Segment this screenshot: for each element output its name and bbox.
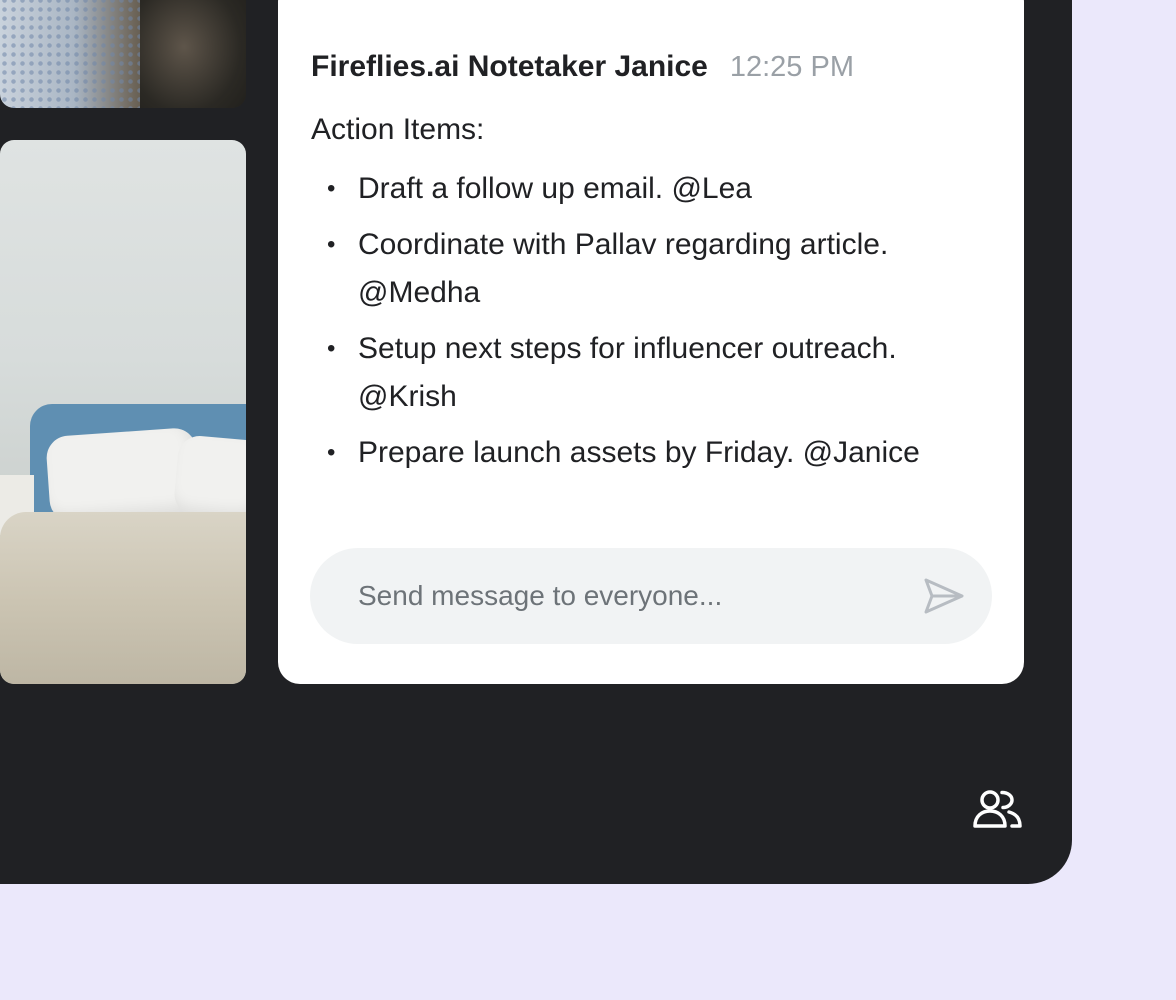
message-timestamp: 12:25 PM	[729, 51, 854, 83]
action-item-text: Draft a follow up email. @Lea	[358, 172, 752, 205]
video-pillow	[172, 434, 246, 522]
message-composer	[310, 548, 992, 644]
action-item: • Setup next steps for influencer outrea…	[311, 325, 1001, 421]
bullet: •	[327, 439, 336, 466]
message-input[interactable]	[358, 548, 898, 644]
action-item: • Coordinate with Pallav regarding artic…	[311, 221, 1001, 317]
people-icon	[973, 790, 1022, 828]
video-background-pattern	[0, 0, 150, 108]
in-call-chat-panel: Fireflies.ai Notetaker Janice 12:25 PM A…	[278, 0, 1024, 684]
action-items-list: • Draft a follow up email. @Lea • Coordi…	[311, 165, 1001, 485]
action-item-text: Setup next steps for influencer outreach…	[358, 332, 897, 365]
meeting-window: Fireflies.ai Notetaker Janice 12:25 PM A…	[0, 0, 1072, 884]
bullet: •	[327, 231, 336, 258]
action-item-mention: @Medha	[358, 276, 481, 309]
people-button[interactable]	[972, 786, 1024, 832]
action-item-text: Prepare launch assets by Friday. @Janice	[358, 436, 920, 469]
video-duvet	[0, 512, 246, 684]
action-item: • Draft a follow up email. @Lea	[311, 165, 1001, 213]
message-sender: Fireflies.ai Notetaker Janice	[311, 50, 708, 83]
bullet: •	[327, 175, 336, 202]
send-icon	[924, 578, 964, 614]
participant-video-tile-room[interactable]	[0, 140, 246, 684]
video-participant-silhouette	[140, 0, 246, 108]
participant-video-tile[interactable]	[0, 0, 246, 108]
message-title: Action Items:	[311, 113, 485, 146]
action-item-mention: @Krish	[358, 380, 457, 413]
send-button[interactable]	[922, 576, 966, 616]
message-header: Fireflies.ai Notetaker Janice 12:25 PM	[311, 50, 854, 84]
bullet: •	[327, 335, 336, 362]
action-item-text: Coordinate with Pallav regarding article…	[358, 228, 889, 261]
action-item: • Prepare launch assets by Friday. @Jani…	[311, 429, 1001, 477]
